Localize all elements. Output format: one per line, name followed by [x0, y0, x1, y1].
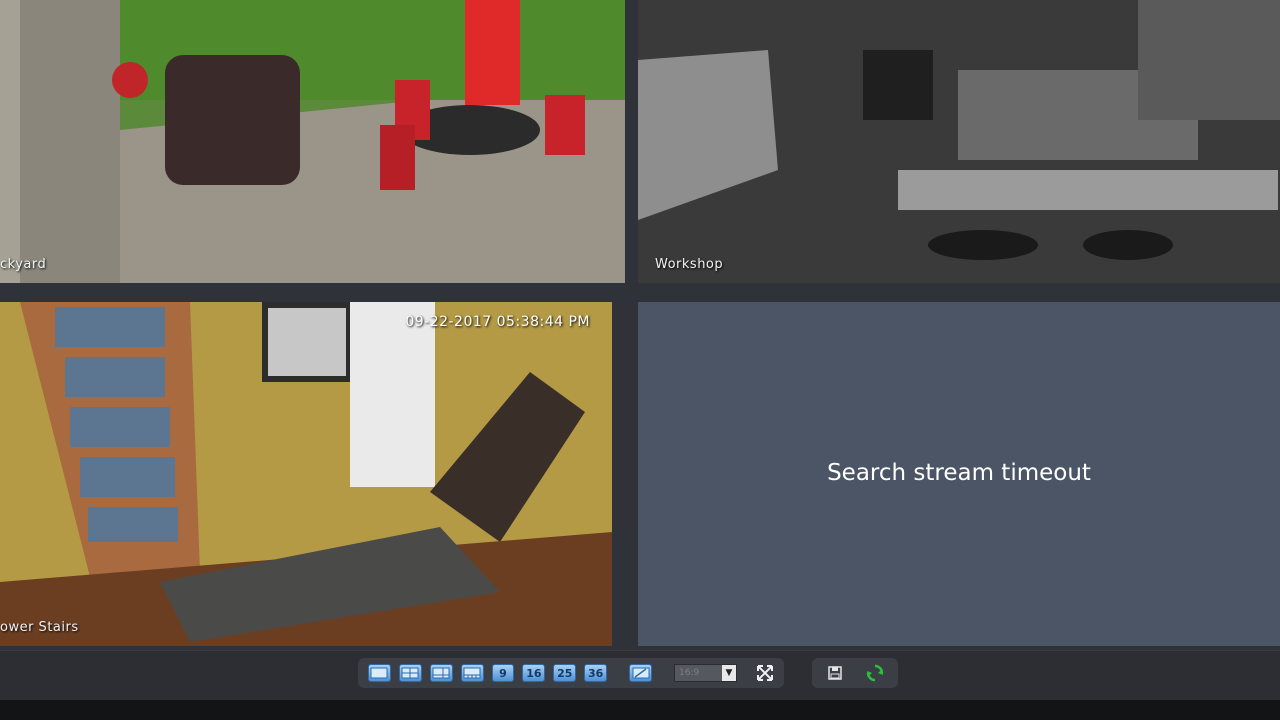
fullscreen-icon: [756, 665, 773, 681]
bottom-toolbar: 9 16 25 36 16:9 ▼: [0, 650, 1280, 700]
stream-timeout-message: Search stream timeout: [827, 460, 1091, 486]
edit-layout-icon: [632, 667, 650, 679]
custom-layout-button[interactable]: [629, 664, 653, 682]
camera-tile-backyard[interactable]: ckyard: [0, 0, 625, 283]
layout-1-button[interactable]: [368, 664, 391, 682]
layout-16-button[interactable]: 16: [522, 664, 546, 682]
fullscreen-button[interactable]: [755, 663, 774, 683]
camera-label: ower Stairs: [0, 620, 79, 635]
layout-8-icon: [463, 667, 481, 679]
camera-label: ckyard: [0, 257, 47, 272]
layout-36-button[interactable]: 36: [584, 664, 608, 682]
chevron-down-icon: ▼: [722, 665, 736, 681]
aspect-ratio-value: 16:9: [679, 668, 700, 678]
layout-8-button[interactable]: [460, 664, 484, 682]
workshop-video-frame: [638, 0, 1280, 283]
camera-grid: ckyard Workshop 09-22-2017 05:38:44 PM o…: [0, 0, 1280, 650]
camera-label: Workshop: [655, 257, 724, 272]
action-controls: [812, 658, 898, 688]
status-strip: [0, 700, 1280, 720]
layout-6-icon: [432, 667, 450, 679]
timestamp-overlay: 09-22-2017 05:38:44 PM: [405, 314, 590, 330]
camera-tile-lower-stairs[interactable]: 09-22-2017 05:38:44 PM ower Stairs: [0, 302, 612, 646]
layout-6-button[interactable]: [429, 664, 453, 682]
camera-tile-empty[interactable]: Search stream timeout: [638, 302, 1280, 646]
layout-25-button[interactable]: 25: [553, 664, 577, 682]
refresh-icon: [866, 664, 884, 682]
backyard-video-frame: [0, 0, 625, 283]
layout-1-icon: [370, 667, 388, 679]
layout-4-icon: [401, 667, 419, 679]
camera-tile-workshop[interactable]: Workshop: [638, 0, 1280, 283]
save-button[interactable]: [824, 662, 846, 684]
lower-stairs-video-frame: [0, 302, 612, 646]
layout-9-button[interactable]: 9: [491, 664, 515, 682]
aspect-ratio-select[interactable]: 16:9 ▼: [674, 664, 737, 682]
save-icon: [828, 666, 842, 680]
layout-4-button[interactable]: [398, 664, 422, 682]
layout-controls: 9 16 25 36 16:9 ▼: [358, 658, 784, 688]
refresh-button[interactable]: [864, 662, 886, 684]
